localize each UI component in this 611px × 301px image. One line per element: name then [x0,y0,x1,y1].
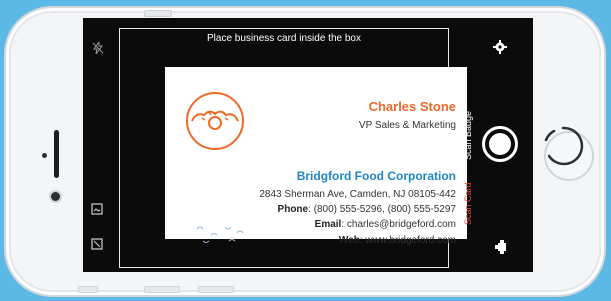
phone-sensor [42,153,47,158]
mode-scan-badge[interactable]: Scan Badge [463,111,473,160]
email-label: Email [314,219,342,230]
flash-icon[interactable] [92,42,104,54]
card-name: Charles Stone [368,99,456,114]
shutter-inner [489,133,511,155]
crop-icon[interactable] [91,238,103,250]
photo-library-icon[interactable] [91,203,103,215]
card-email: Email: charles@bridgeford.com [315,219,456,230]
loading-spinner-icon [544,126,584,166]
phone-side-button [198,286,234,293]
scan-mode-selector: Scan Badge Scan Card [463,58,483,225]
web-value: : www.bridgeford.com [359,235,456,246]
scan-hint: Place business card inside the box [207,33,361,44]
scan-frame: Place business card inside the box Charl… [119,28,467,268]
email-value: : charles@bridgeford.com [341,219,456,230]
phone-side-button [144,10,172,17]
business-card: Charles Stone VP Sales & Marketing Bridg… [165,67,467,246]
rotate-camera-icon[interactable] [495,239,509,255]
sprinkles-decoration [196,226,244,243]
card-phone: Phone: (800) 555-5296, (800) 555-5297 [278,204,456,215]
phone-side-button [78,286,98,293]
phone-value: : (800) 555-5296, (800) 555-5297 [308,204,456,215]
phone-speaker [54,130,59,178]
camera-screen: Place business card inside the box Charl… [83,18,533,272]
card-web: Web: www.bridgeford.com [339,235,456,246]
donut-logo-icon [186,92,244,150]
mode-scan-card[interactable]: Scan Card [463,182,473,225]
card-company: Bridgford Food Corporation [296,169,456,183]
web-label: Web [338,235,360,246]
card-title: VP Sales & Marketing [358,120,456,131]
phone-label: Phone [277,204,309,215]
shutter-button[interactable] [482,126,518,162]
gear-icon[interactable] [493,40,507,54]
front-camera [51,192,60,201]
card-address: 2843 Sherman Ave, Camden, NJ 08105-442 [259,189,456,200]
phone-side-button [144,286,180,293]
